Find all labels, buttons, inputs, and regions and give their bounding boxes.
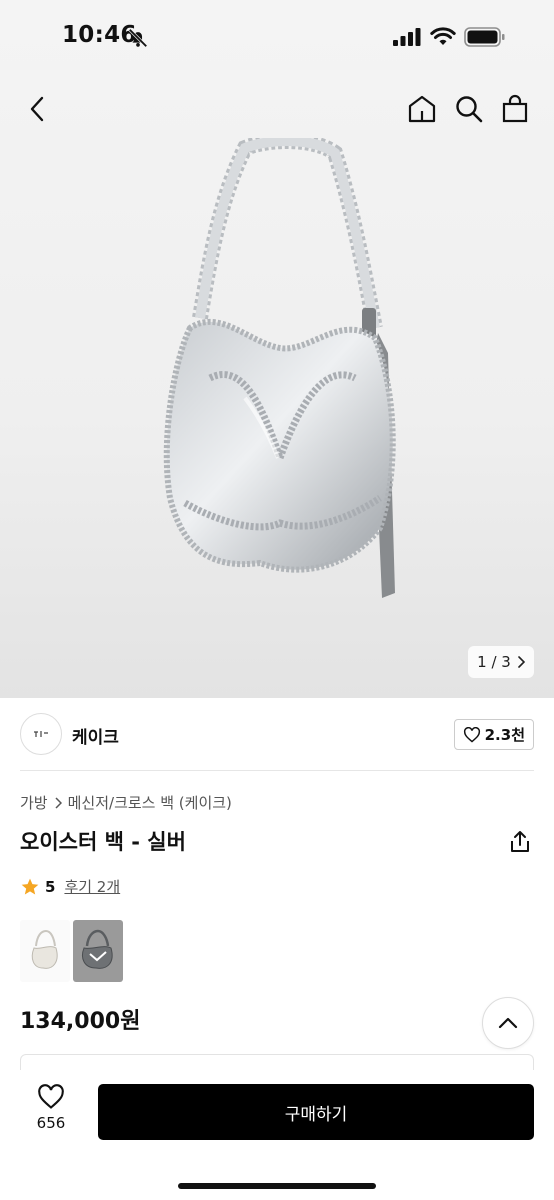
review-link[interactable]: 후기 2개 [64,876,120,897]
rating-value: 5 [45,877,56,896]
cellular-signal-icon [393,28,421,46]
brand-logo[interactable] [20,713,62,755]
search-icon [456,96,483,123]
divider [20,770,534,771]
image-counter[interactable]: 1 / 3 [468,646,534,678]
swatch-silver[interactable] [73,920,123,982]
status-time: 10:46 [62,22,137,48]
product-price: 134,000원 [20,1009,141,1034]
heart-icon [463,726,480,743]
product-title: 오이스터 백 - 실버 [20,830,186,854]
heart-icon [38,1084,64,1109]
brand-logo-mark [34,731,48,737]
search-button[interactable] [452,92,486,126]
buy-button[interactable]: 구매하기 [98,1084,534,1140]
battery-icon [464,27,505,47]
status-bar: 10:46 [0,0,554,76]
home-button[interactable] [405,92,439,126]
cart-button[interactable] [498,92,532,126]
bell-muted-icon [128,28,148,48]
brand-row[interactable]: 케이크 2.3천 [20,712,534,758]
star-icon [21,878,39,894]
wishlist-count: 656 [36,1114,66,1132]
wishlist-button[interactable]: 656 [20,1084,82,1144]
breadcrumb-subcategory[interactable]: 메신저/크로스 백 (케이크) [68,792,232,813]
share-button[interactable] [507,829,533,855]
product-gallery[interactable]: 10:46 1 / 3 [0,0,554,698]
bag-thumbnail-white [31,929,58,969]
chevron-right-icon [55,796,62,809]
brand-name[interactable]: 케이크 [72,723,119,748]
breadcrumb[interactable]: 가방 메신저/크로스 백 (케이크) [20,792,232,813]
bag-thumbnail-silver [82,929,113,969]
product-photo [163,138,396,598]
brand-like-button[interactable]: 2.3천 [453,719,534,750]
home-indicator[interactable] [178,1183,376,1189]
breadcrumb-category[interactable]: 가방 [20,792,48,813]
color-swatches [20,920,123,982]
shopping-bag-icon [502,94,528,123]
chevron-left-icon [30,96,44,122]
swatch-white[interactable] [20,920,70,982]
image-counter-text: 1 / 3 [477,653,511,671]
scroll-top-button[interactable] [482,997,534,1049]
bottom-action-bar: 656 구매하기 [0,1070,554,1200]
share-icon [511,831,529,852]
home-icon [408,95,436,123]
wifi-icon [430,27,456,45]
brand-like-count: 2.3천 [484,726,525,744]
chevron-right-icon [518,656,525,668]
back-button[interactable] [20,92,54,126]
chevron-up-icon [498,1017,518,1029]
rating-row: 5 후기 2개 [20,876,120,897]
